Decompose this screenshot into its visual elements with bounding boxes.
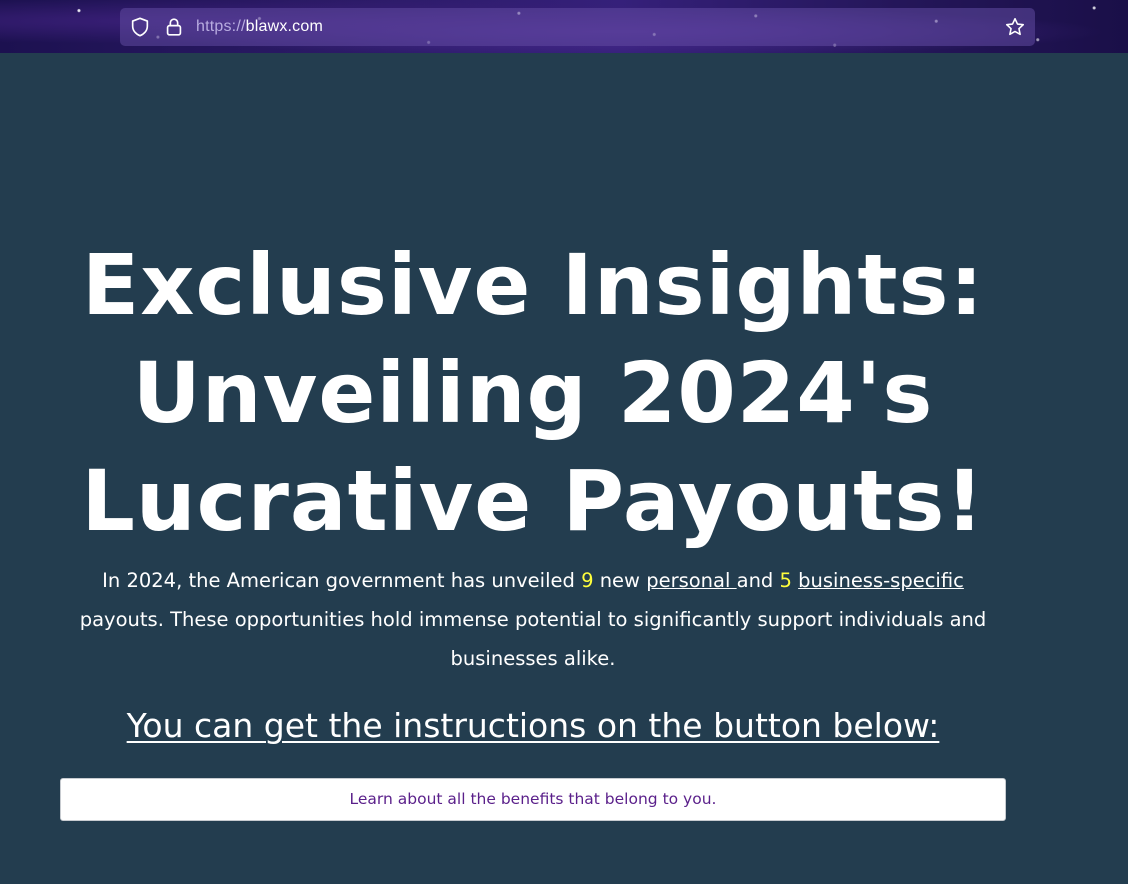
url-host: blawx.com <box>245 18 324 35</box>
url-text[interactable]: https://blawx.com <box>196 18 323 36</box>
business-specific-link[interactable]: business-specific <box>798 569 964 592</box>
page-headline: Exclusive Insights: Unveiling 2024's Luc… <box>81 236 985 550</box>
url-scheme: https:// <box>196 18 246 35</box>
shield-icon[interactable] <box>129 16 151 38</box>
intro-paragraph: In 2024, the American government has unv… <box>70 561 996 678</box>
page-content: Exclusive Insights: Unveiling 2024's Luc… <box>0 53 1128 884</box>
personal-link[interactable]: personal <box>646 569 736 592</box>
instructions-heading: You can get the instructions on the butt… <box>126 706 940 745</box>
business-count: 5 <box>779 569 792 592</box>
learn-benefits-button[interactable]: Learn about all the benefits that belong… <box>60 778 1006 821</box>
address-bar[interactable]: https://blawx.com <box>120 8 1035 46</box>
intro-text: new <box>593 569 647 592</box>
intro-text: and <box>736 569 780 592</box>
intro-text: payouts. These opportunities hold immens… <box>79 608 987 670</box>
browser-toolbar: https://blawx.com <box>0 0 1128 53</box>
lock-icon[interactable] <box>163 16 185 38</box>
star-bookmark-icon[interactable] <box>1004 16 1026 38</box>
intro-text: In 2024, the American government has unv… <box>102 569 582 592</box>
personal-count: 9 <box>581 569 594 592</box>
